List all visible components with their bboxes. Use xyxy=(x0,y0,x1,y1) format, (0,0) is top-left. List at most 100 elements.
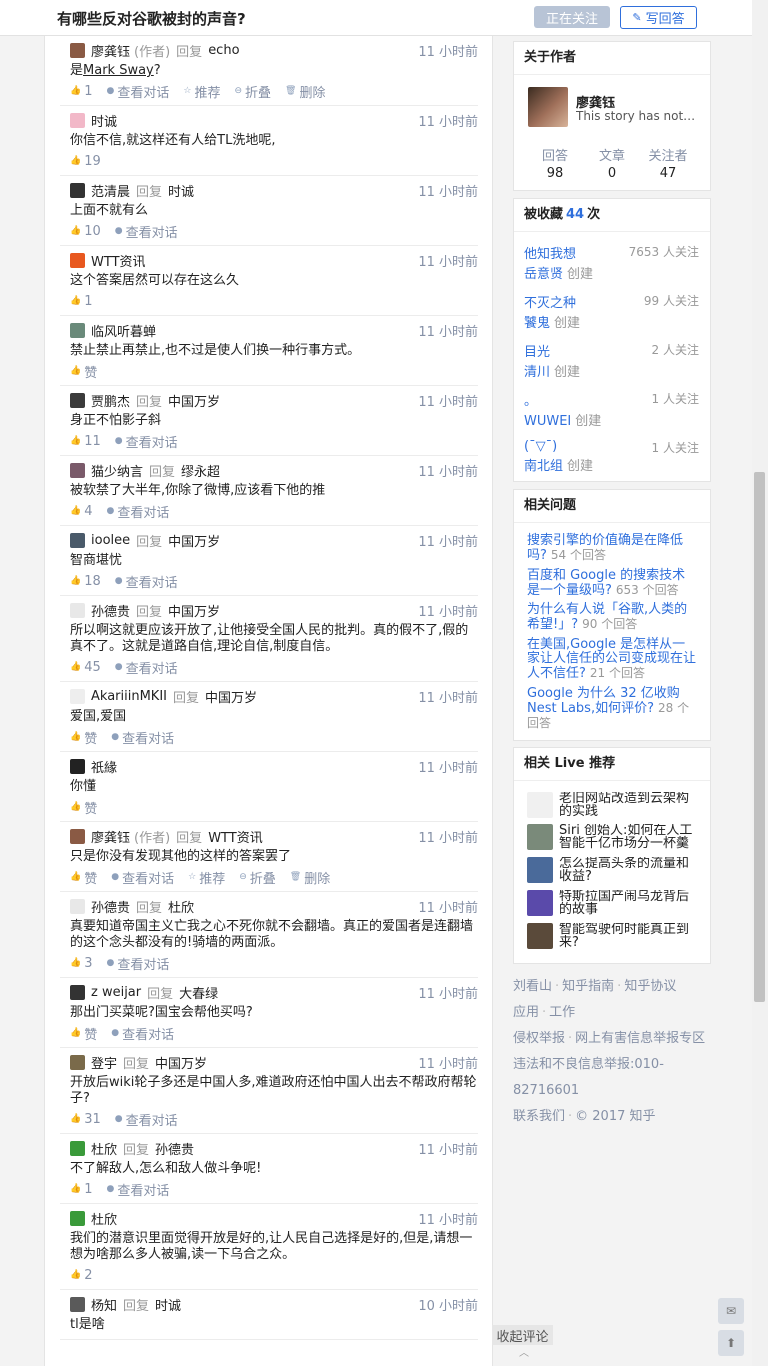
live-item[interactable]: 老旧网站改造到云架构的实践 xyxy=(527,792,699,822)
chat-action[interactable]: ● 查看对话 xyxy=(111,728,174,747)
chat-action[interactable]: ● 查看对话 xyxy=(107,954,170,973)
star-action[interactable]: ☆ 推荐 xyxy=(183,82,220,101)
reply-target[interactable]: 大春绿 xyxy=(179,983,218,1002)
footer-link[interactable]: 联系我们 xyxy=(513,1109,565,1124)
stat-answers[interactable]: 回答 98 xyxy=(525,145,585,181)
thumb-up-action[interactable]: 👍 赞 xyxy=(70,362,97,381)
avatar[interactable] xyxy=(70,112,85,128)
collapse-comments-button[interactable]: 收起评论 xyxy=(492,1325,553,1345)
comment-author[interactable]: 廖龚钰 xyxy=(91,827,130,846)
creator-name[interactable]: 清川 xyxy=(524,365,550,380)
reply-target[interactable]: echo xyxy=(208,43,239,58)
author-avatar[interactable] xyxy=(528,87,568,127)
comment-author[interactable]: z weijar xyxy=(91,985,141,1000)
avatar[interactable] xyxy=(70,688,85,704)
chat-action[interactable]: ● 查看对话 xyxy=(111,868,174,887)
creator-name[interactable]: 饕鬼 xyxy=(524,316,550,331)
avatar[interactable] xyxy=(70,1140,85,1156)
chevron-up-icon[interactable]: ︿ xyxy=(519,1344,529,1359)
live-item[interactable]: Siri 创始人:如何在人工智能千亿市场分一杯羹 xyxy=(527,824,699,854)
star-action[interactable]: ☆ 推荐 xyxy=(188,868,225,887)
fold-action[interactable]: ⊖ 折叠 xyxy=(239,868,276,887)
avatar[interactable] xyxy=(70,462,85,478)
mail-icon[interactable]: ✉ xyxy=(718,1298,744,1324)
thumb-up-action[interactable]: 👍 19 xyxy=(70,154,101,169)
avatar[interactable] xyxy=(70,42,85,58)
thumb-up-action[interactable]: 👍 31 xyxy=(70,1112,101,1127)
mention-link[interactable]: Mark Sway xyxy=(83,63,154,78)
write-answer-button[interactable]: ✎ 写回答 xyxy=(620,6,697,29)
thumb-up-action[interactable]: 👍 赞 xyxy=(70,1024,97,1043)
stat-articles[interactable]: 文章 0 xyxy=(582,145,642,181)
thumb-up-action[interactable]: 👍 3 xyxy=(70,956,93,971)
thumb-up-action[interactable]: 👍 赞 xyxy=(70,868,97,887)
avatar[interactable] xyxy=(70,984,85,1000)
reply-target[interactable]: WTT资讯 xyxy=(208,827,263,846)
footer-link[interactable]: 工作 xyxy=(549,1005,575,1020)
thumb-up-action[interactable]: 👍 2 xyxy=(70,1268,93,1283)
chat-action[interactable]: ● 查看对话 xyxy=(115,222,178,241)
avatar[interactable] xyxy=(70,602,85,618)
chat-action[interactable]: ● 查看对话 xyxy=(115,572,178,591)
footer-link[interactable]: 违法和不良信息举报:010-82716601 xyxy=(513,1057,664,1098)
comment-author[interactable]: 杜欣 xyxy=(91,1209,117,1228)
comment-author[interactable]: WTT资讯 xyxy=(91,251,146,270)
arrow-up-icon[interactable]: ⬆ xyxy=(718,1330,744,1356)
chat-action[interactable]: ● 查看对话 xyxy=(107,82,170,101)
comment-author[interactable]: 范清晨 xyxy=(91,181,130,200)
follow-button[interactable]: 正在关注 xyxy=(534,6,610,28)
footer-link[interactable]: 网上有害信息举报专区 xyxy=(575,1031,705,1046)
thumb-up-action[interactable]: 👍 45 xyxy=(70,660,101,675)
live-item[interactable]: 怎么提高头条的流量和收益? xyxy=(527,857,699,887)
comment-author[interactable]: 杜欣 xyxy=(91,1139,117,1158)
avatar[interactable] xyxy=(70,1054,85,1070)
comment-author[interactable]: 登宇 xyxy=(91,1053,117,1072)
scrollbar-thumb[interactable] xyxy=(754,472,765,1002)
reply-target[interactable]: 中国万岁 xyxy=(168,531,220,550)
thumb-up-action[interactable]: 👍 10 xyxy=(70,224,101,239)
chat-action[interactable]: ● 查看对话 xyxy=(115,1110,178,1129)
thumb-up-action[interactable]: 👍 1 xyxy=(70,1182,93,1197)
chat-action[interactable]: ● 查看对话 xyxy=(111,1024,174,1043)
footer-link[interactable]: 侵权举报 xyxy=(513,1031,565,1046)
comment-author[interactable]: 孙德贵 xyxy=(91,897,130,916)
avatar[interactable] xyxy=(70,182,85,198)
comment-author[interactable]: 临风听暮蝉 xyxy=(91,321,156,340)
comment-author[interactable]: 孙德贵 xyxy=(91,601,130,620)
stat-followers[interactable]: 关注者 47 xyxy=(638,145,698,181)
thumb-up-action[interactable]: 👍 4 xyxy=(70,504,93,519)
footer-link[interactable]: 知乎协议 xyxy=(624,979,676,994)
reply-target[interactable]: 时诚 xyxy=(155,1295,181,1314)
avatar[interactable] xyxy=(70,1210,85,1226)
avatar[interactable] xyxy=(70,828,85,844)
reply-target[interactable]: 中国万岁 xyxy=(205,687,257,706)
avatar[interactable] xyxy=(70,392,85,408)
reply-target[interactable]: 杜欣 xyxy=(168,897,194,916)
creator-name[interactable]: WUWEI xyxy=(524,414,571,429)
reply-target[interactable]: 中国万岁 xyxy=(168,391,220,410)
chat-action[interactable]: ● 查看对话 xyxy=(107,502,170,521)
trash-action[interactable]: 🗑 删除 xyxy=(290,868,330,887)
avatar[interactable] xyxy=(70,758,85,774)
reply-target[interactable]: 时诚 xyxy=(168,181,194,200)
thumb-up-action[interactable]: 👍 1 xyxy=(70,84,93,99)
thumb-up-action[interactable]: 👍 18 xyxy=(70,574,101,589)
live-item[interactable]: 特斯拉国产闹乌龙背后的故事 xyxy=(527,890,699,920)
footer-link[interactable]: 应用 xyxy=(513,1005,539,1020)
avatar[interactable] xyxy=(70,532,85,548)
creator-name[interactable]: 南北组 xyxy=(524,459,563,474)
comment-author[interactable]: 廖龚钰 xyxy=(91,41,130,60)
live-item[interactable]: 智能驾驶何时能真正到来? xyxy=(527,923,699,953)
comment-author[interactable]: 时诚 xyxy=(91,111,117,130)
reply-target[interactable]: 孙德贵 xyxy=(155,1139,194,1158)
comment-author[interactable]: 贾鹏杰 xyxy=(91,391,130,410)
footer-link[interactable]: 知乎指南 xyxy=(562,979,614,994)
avatar[interactable] xyxy=(70,1296,85,1312)
chat-action[interactable]: ● 查看对话 xyxy=(115,432,178,451)
reply-target[interactable]: 缪永超 xyxy=(181,461,220,480)
footer-link[interactable]: © 2017 知乎 xyxy=(575,1109,655,1124)
comment-author[interactable]: 杨知 xyxy=(91,1295,117,1314)
fold-action[interactable]: ⊖ 折叠 xyxy=(234,82,271,101)
creator-name[interactable]: 岳意贤 xyxy=(524,267,563,282)
thumb-up-action[interactable]: 👍 11 xyxy=(70,434,101,449)
